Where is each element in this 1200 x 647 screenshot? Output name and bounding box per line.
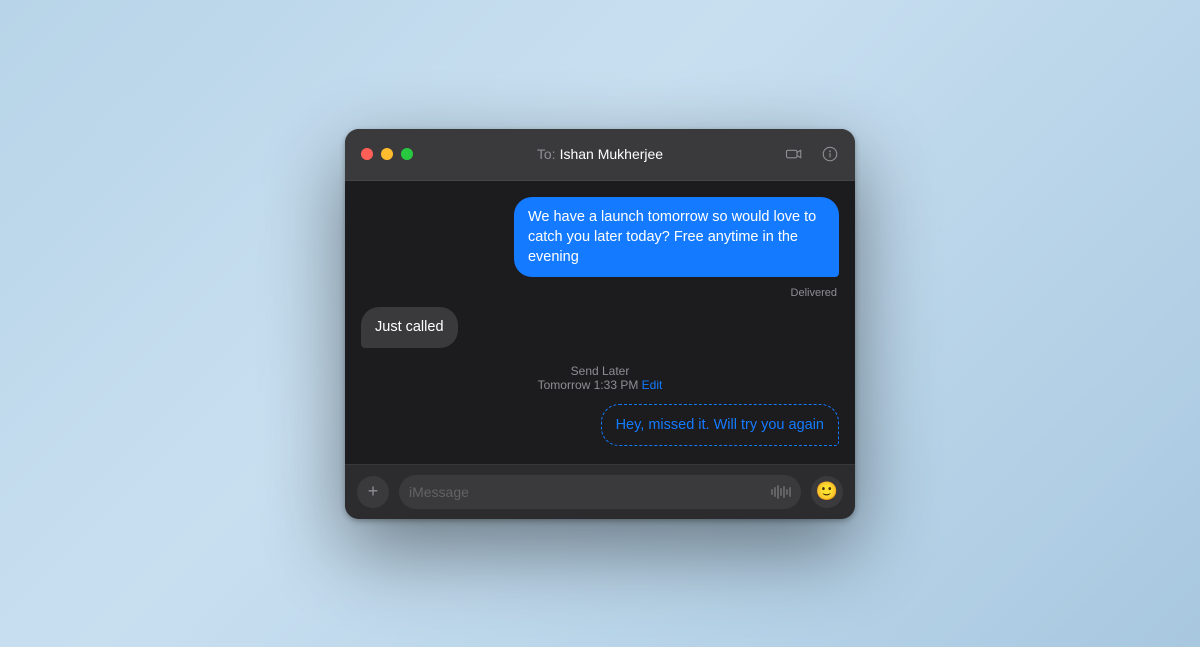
message-bubble-incoming: Just called bbox=[361, 307, 458, 347]
message-bubble-scheduled: Hey, missed it. Will try you again bbox=[601, 404, 839, 446]
minimize-button[interactable] bbox=[381, 148, 393, 160]
message-row: We have a launch tomorrow so would love … bbox=[361, 197, 839, 278]
video-call-button[interactable] bbox=[785, 145, 803, 163]
to-label: To: bbox=[537, 146, 556, 162]
titlebar: To: Ishan Mukherjee bbox=[345, 129, 855, 181]
messages-area: We have a launch tomorrow so would love … bbox=[345, 181, 855, 464]
edit-send-later-button[interactable]: Edit bbox=[642, 378, 663, 392]
delivered-status: Delivered bbox=[361, 287, 839, 299]
emoji-picker-button[interactable]: 🙂 bbox=[811, 476, 843, 508]
send-later-block: Send Later Tomorrow 1:33 PM Edit bbox=[361, 364, 839, 392]
info-button[interactable] bbox=[821, 145, 839, 163]
message-bubble-outgoing: We have a launch tomorrow so would love … bbox=[514, 197, 839, 278]
close-button[interactable] bbox=[361, 148, 373, 160]
send-later-label: Send Later bbox=[361, 364, 839, 378]
contact-name: Ishan Mukherjee bbox=[560, 146, 664, 162]
maximize-button[interactable] bbox=[401, 148, 413, 160]
message-row-scheduled: Hey, missed it. Will try you again bbox=[361, 404, 839, 446]
send-later-time-value: Tomorrow 1:33 PM bbox=[538, 378, 639, 392]
message-input-field[interactable]: iMessage bbox=[399, 475, 801, 509]
audio-waveform-icon bbox=[771, 485, 791, 499]
emoji-icon: 🙂 bbox=[816, 481, 838, 502]
send-later-time: Tomorrow 1:33 PM Edit bbox=[361, 378, 839, 392]
message-placeholder: iMessage bbox=[409, 484, 763, 500]
titlebar-actions bbox=[785, 145, 839, 163]
imessage-window: To: Ishan Mukherjee We have a la bbox=[345, 129, 855, 519]
add-attachment-button[interactable]: + bbox=[357, 476, 389, 508]
titlebar-center: To: Ishan Mukherjee bbox=[537, 146, 663, 162]
input-bar: + iMessage 🙂 bbox=[345, 464, 855, 519]
message-row: Just called bbox=[361, 307, 839, 347]
traffic-lights bbox=[361, 148, 413, 160]
